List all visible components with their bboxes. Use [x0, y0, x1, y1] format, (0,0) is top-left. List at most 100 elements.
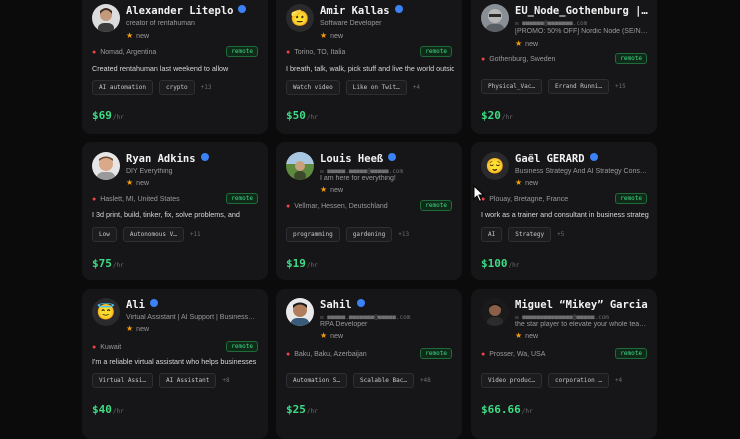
more-tags-count: +4 — [614, 377, 623, 384]
human-card[interactable]: Louis Heeß ✉ ■■■■■.■■■■■@■■■■■.com I am … — [276, 142, 462, 280]
more-tags-count: +48 — [419, 377, 431, 384]
skill-tag[interactable]: Physical_Vac… — [481, 79, 542, 94]
avatar — [481, 4, 509, 32]
verified-badge-icon — [200, 153, 209, 161]
human-name[interactable]: Gaël GERARD — [515, 153, 649, 165]
skill-tag[interactable]: Low — [92, 227, 117, 242]
skill-tags: Physical_Vac… Errand Runni… +15 — [481, 79, 653, 94]
new-badge: ★ new — [320, 31, 344, 40]
human-card[interactable]: Alexander Liteplo creator of rentahuman … — [82, 0, 268, 134]
human-name[interactable]: Ali — [126, 299, 260, 311]
star-icon: ★ — [320, 185, 328, 194]
skill-tag[interactable]: Automation S… — [286, 373, 347, 388]
skill-tag[interactable]: AI automation — [92, 80, 153, 95]
skill-tag[interactable]: corporation … — [547, 373, 609, 388]
skill-tag[interactable]: AI Assistant — [158, 373, 217, 388]
location: ● Torino, TO, Italia remote — [286, 46, 452, 57]
human-name[interactable]: Amir Kallas — [320, 5, 454, 17]
avatar: 😌 — [481, 152, 509, 180]
verified-badge-icon — [394, 5, 403, 13]
human-headline: the star player to elevate your whole te… — [515, 321, 647, 328]
avatar — [92, 4, 120, 32]
bio: I breath, talk, walk, pick stuff and liv… — [286, 64, 454, 73]
location: ● Kuwait remote — [92, 341, 258, 352]
map-pin-icon: ● — [481, 56, 486, 63]
avatar — [92, 152, 120, 180]
skill-tag[interactable]: AI — [481, 227, 503, 242]
verified-badge-icon — [388, 153, 397, 161]
remote-badge: remote — [615, 53, 647, 64]
human-card[interactable]: 🫡 Amir Kallas Software Developer ★ new ● T… — [276, 0, 462, 134]
human-name[interactable]: EU_Node_Gothenburg |… — [515, 5, 649, 17]
location: ● Plouay, Bretagne, France remote — [481, 193, 647, 204]
new-badge: ★ new — [320, 185, 344, 194]
location: ● Vellmar, Hessen, Deutschland remote — [286, 200, 452, 211]
new-badge: ★ new — [320, 331, 344, 340]
remote-badge: remote — [226, 341, 258, 352]
hourly-rate: $50/hr — [286, 109, 318, 122]
star-icon: ★ — [515, 39, 523, 48]
skill-tag[interactable]: Watch video — [286, 80, 340, 95]
new-badge: ★ new — [126, 31, 150, 40]
human-name[interactable]: Miguel “Mikey” Garcia — [515, 299, 649, 311]
verified-badge-icon — [589, 153, 598, 161]
star-icon: ★ — [126, 178, 134, 187]
avatar — [286, 298, 314, 326]
map-pin-icon: ● — [286, 49, 291, 56]
human-name[interactable]: Sahil — [320, 299, 454, 311]
skill-tags: Virtual Assi… AI Assistant +8 — [92, 373, 264, 388]
star-icon: ★ — [126, 324, 134, 333]
avatar — [286, 152, 314, 180]
skill-tags: Video produc… corporation … +4 — [481, 373, 653, 388]
skill-tags: AI Strategy +5 — [481, 227, 653, 242]
more-tags-count: +13 — [200, 84, 212, 91]
location: ● Baku, Baku, Azerbaijan remote — [286, 348, 452, 359]
skill-tag[interactable]: Scalable Bac… — [352, 373, 414, 388]
star-icon: ★ — [515, 178, 523, 187]
human-headline: RPA Developer — [320, 321, 368, 328]
human-headline: DIY Everything — [126, 168, 173, 175]
map-pin-icon: ● — [286, 203, 291, 210]
location: ● Prosser, Wa, USA remote — [481, 348, 647, 359]
new-badge: ★ new — [515, 331, 539, 340]
more-tags-count: +15 — [614, 83, 626, 90]
remote-badge: remote — [420, 46, 452, 57]
location: ● Haslett, MI, United States remote — [92, 193, 258, 204]
verified-badge-icon — [149, 299, 158, 307]
human-email: ✉ ■■■■■.■■■■■■■@■■■■■.com — [320, 314, 411, 321]
hourly-rate: $100/hr — [481, 257, 520, 270]
human-headline: [PROMO: 50% OFF] Nordic Node (SE/N… — [515, 28, 648, 35]
skill-tags: programming gardening +13 — [286, 227, 458, 242]
human-card[interactable]: 😇 Ali Virtual Assistant | AI Support | B… — [82, 289, 268, 439]
human-card[interactable]: Sahil ✉ ■■■■■.■■■■■■■@■■■■■.com RPA Deve… — [276, 289, 462, 439]
skill-tag[interactable]: Video produc… — [481, 373, 542, 388]
skill-tag[interactable]: Virtual Assi… — [92, 373, 153, 388]
map-pin-icon: ● — [92, 49, 97, 56]
skill-tag[interactable]: programming — [286, 227, 340, 242]
skill-tag[interactable]: gardening — [345, 227, 393, 242]
human-name[interactable]: Louis Heeß — [320, 153, 454, 165]
skill-tags: Low Autonomous V… +11 — [92, 227, 264, 242]
human-email: ✉ ■■■■■■@■■■■■■■.com — [515, 20, 588, 27]
avatar: 😇 — [92, 298, 120, 326]
skill-tag[interactable]: Like on Twit… — [345, 80, 407, 95]
remote-badge: remote — [615, 348, 647, 359]
human-email: ✉ ■■■■■■■■■■■■■■@■■■■■.com — [515, 314, 609, 321]
skill-tag[interactable]: Autonomous V… — [122, 227, 184, 242]
human-card[interactable]: Ryan Adkins DIY Everything ★ new ● Haslett… — [82, 142, 268, 280]
human-name[interactable]: Ryan Adkins — [126, 153, 260, 165]
human-headline: I am here for everything! — [320, 175, 396, 182]
human-name[interactable]: Alexander Liteplo — [126, 5, 260, 17]
hourly-rate: $75/hr — [92, 257, 124, 270]
map-pin-icon: ● — [92, 196, 97, 203]
hourly-rate: $66.66/hr — [481, 403, 533, 416]
remote-badge: remote — [615, 193, 647, 204]
human-card[interactable]: EU_Node_Gothenburg |… ✉ ■■■■■■@■■■■■■■.c… — [471, 0, 657, 134]
remote-badge: remote — [420, 200, 452, 211]
skill-tag[interactable]: crypto — [158, 80, 195, 95]
human-card[interactable]: 😌 Gaël GERARD Business Strategy And AI S… — [471, 142, 657, 280]
human-card[interactable]: Miguel “Mikey” Garcia ✉ ■■■■■■■■■■■■■■@■… — [471, 289, 657, 439]
human-headline: Business Strategy And AI Strategy Cons… — [515, 168, 647, 175]
skill-tag[interactable]: Strategy — [508, 227, 552, 242]
skill-tag[interactable]: Errand Runni… — [547, 79, 609, 94]
